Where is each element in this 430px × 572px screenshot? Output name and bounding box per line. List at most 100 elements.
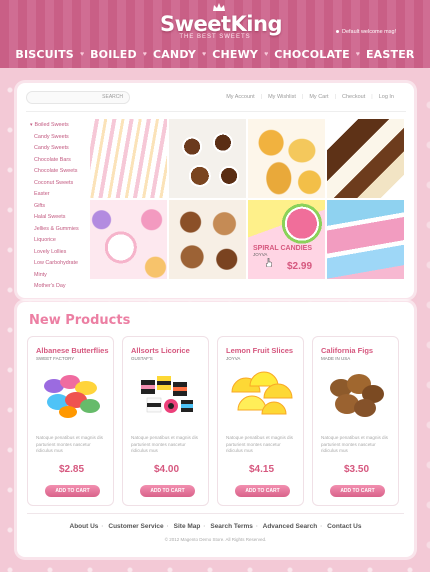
gallery-tile-spiral-candies[interactable]: SPIRAL CANDIES JOYVA $2.99 <box>248 200 325 279</box>
category-item[interactable]: Candy Sweets <box>30 143 92 155</box>
add-to-cart-button[interactable]: ADD TO CART <box>140 485 195 497</box>
product-card: Albanese Butterflies SWEET FACTORY Natoq… <box>27 336 114 506</box>
search-input[interactable] <box>31 93 101 103</box>
gallery-tile-caramel-sweets[interactable] <box>248 119 325 198</box>
category-item[interactable]: Candy Sweets <box>30 132 92 144</box>
chevron-down-icon: ▾ <box>30 122 33 128</box>
category-item[interactable]: Minty <box>30 270 92 282</box>
search-button[interactable]: SEARCH <box>102 94 123 100</box>
product-image-figs[interactable] <box>323 368 390 420</box>
hand-cursor-icon <box>266 258 272 267</box>
gallery-tile-sour-belts[interactable] <box>327 200 404 279</box>
product-image-lemon-slices[interactable] <box>228 368 295 420</box>
main-nav: BISCUITS ♥ BOILED ♥ CANDY ♥ CHEWY ♥ CHOC… <box>0 46 430 62</box>
product-description: Natoque penatibus et magnis dis parturie… <box>226 435 293 453</box>
category-item[interactable]: Coconut Sweets <box>30 178 92 190</box>
crown-icon <box>213 3 225 11</box>
category-item[interactable]: Lovely Lollies <box>30 247 92 259</box>
search-box: SEARCH <box>26 91 130 104</box>
product-description: Natoque penatibus et magnis dis parturie… <box>131 435 198 453</box>
gallery-tile-boiled-candies[interactable] <box>90 200 167 279</box>
separator: · <box>166 523 169 530</box>
gallery-tile-chocolate-cups[interactable] <box>169 119 246 198</box>
product-brand: GUSTAF'S <box>131 356 153 361</box>
sweets-gallery: SPIRAL CANDIES JOYVA $2.99 <box>90 119 404 279</box>
my-wishlist-link[interactable]: My Wishlist <box>262 94 302 100</box>
nav-item-biscuits[interactable]: BISCUITS <box>9 48 80 61</box>
footer-link-contact[interactable]: Contact Us <box>327 523 361 530</box>
feature-price: $2.99 <box>287 261 313 272</box>
category-item[interactable]: Low Carbohydrate <box>30 258 92 270</box>
category-item[interactable]: Jellies & Gummies <box>30 224 92 236</box>
copyright-text: © 2012 Magento Demo Store. All Rights Re… <box>164 537 267 542</box>
add-to-cart-button[interactable]: ADD TO CART <box>45 485 100 497</box>
product-card: Lemon Fruit Slices JOYVA Natoque penatib… <box>217 336 304 506</box>
my-cart-link[interactable]: My Cart <box>303 94 334 100</box>
product-brand: JOYVA <box>226 356 241 361</box>
footer-link-site-map[interactable]: Site Map <box>174 523 201 530</box>
nav-item-chewy[interactable]: CHEWY <box>206 48 264 61</box>
product-card: California Figs MADE IN USA Natoque pena… <box>312 336 399 506</box>
product-brand: MADE IN USA <box>321 356 351 361</box>
product-brand: SWEET FACTORY <box>36 356 75 361</box>
gallery-tile-chocolate-pieces[interactable] <box>327 119 404 198</box>
gallery-tile-truffles[interactable] <box>169 200 246 279</box>
divider <box>26 111 406 112</box>
nav-item-easter[interactable]: EASTER <box>360 48 421 61</box>
product-price: $3.50 <box>343 464 370 475</box>
section-title: New Products <box>29 313 131 328</box>
welcome-text: Default welcome msg! <box>342 29 397 35</box>
footer-link-about[interactable]: About Us <box>70 523 99 530</box>
feature-brand: JOYVA <box>253 252 268 257</box>
divider <box>27 513 404 514</box>
category-item[interactable]: Halal Sweets <box>30 212 92 224</box>
new-products-panel: New Products Albanese Butterflies SWEET … <box>17 302 414 557</box>
product-card: Allsorts Licorice GUSTAF'S Natoque penat… <box>122 336 209 506</box>
category-label: Boiled Sweets <box>34 122 69 128</box>
category-item[interactable]: Mother's Day <box>30 281 92 293</box>
gallery-feature-caption: SPIRAL CANDIES JOYVA $2.99 <box>253 245 325 277</box>
footer-links: About Us · Customer Service · Site Map · Se… <box>17 523 414 530</box>
category-item[interactable]: ▾ Boiled Sweets <box>30 120 92 132</box>
my-account-link[interactable]: My Account <box>220 94 260 100</box>
bullet-icon <box>336 30 339 34</box>
site-tagline: THE BEST SWEETS <box>179 34 251 40</box>
category-item[interactable]: Easter <box>30 189 92 201</box>
separator: · <box>203 523 206 530</box>
product-name[interactable]: California Figs <box>321 346 373 355</box>
product-description: Natoque penatibus et magnis dis parturie… <box>321 435 388 453</box>
separator: · <box>320 523 323 530</box>
product-price: $4.15 <box>248 464 275 475</box>
add-to-cart-button[interactable]: ADD TO CART <box>235 485 290 497</box>
login-link[interactable]: Log In <box>373 94 400 100</box>
footer-link-search-terms[interactable]: Search Terms <box>210 523 253 530</box>
category-item[interactable]: Gifts <box>30 201 92 213</box>
footer-link-advanced-search[interactable]: Advanced Search <box>263 523 318 530</box>
separator: · <box>101 523 104 530</box>
product-image-licorice[interactable] <box>133 368 200 420</box>
product-price: $4.00 <box>153 464 180 475</box>
checkout-link[interactable]: Checkout <box>336 94 371 100</box>
category-item[interactable]: Liquorice <box>30 235 92 247</box>
category-item[interactable]: Chocolate Bars <box>30 155 92 167</box>
separator: · <box>255 523 259 530</box>
nav-item-chocolate[interactable]: CHOCOLATE <box>268 48 356 61</box>
add-to-cart-button[interactable]: ADD TO CART <box>330 485 385 497</box>
product-price: $2.85 <box>58 464 85 475</box>
gallery-tile-marshmallow-twists[interactable] <box>90 119 167 198</box>
product-name[interactable]: Lemon Fruit Slices <box>226 346 293 355</box>
top-panel: SEARCH My Account | My Wishlist | My Cart |… <box>17 83 414 298</box>
category-item[interactable]: Chocolate Sweets <box>30 166 92 178</box>
feature-name: SPIRAL CANDIES <box>253 245 312 252</box>
product-name[interactable]: Allsorts Licorice <box>131 346 190 355</box>
product-description: Natoque penatibus et magnis dis parturie… <box>36 435 103 453</box>
product-image-butterflies[interactable] <box>38 368 105 420</box>
account-links: My Account | My Wishlist | My Cart | Checko… <box>220 94 400 100</box>
nav-item-boiled[interactable]: BOILED <box>84 48 143 61</box>
welcome-message: Default welcome msg! <box>336 29 396 35</box>
product-name[interactable]: Albanese Butterflies <box>36 346 109 355</box>
nav-item-candy[interactable]: CANDY <box>147 48 202 61</box>
site-header: SweetKing THE BEST SWEETS Default welcom… <box>0 0 430 68</box>
category-list: ▾ Boiled Sweets Candy Sweets Candy Sweets… <box>30 120 92 293</box>
footer-link-customer-service[interactable]: Customer Service <box>108 523 163 530</box>
